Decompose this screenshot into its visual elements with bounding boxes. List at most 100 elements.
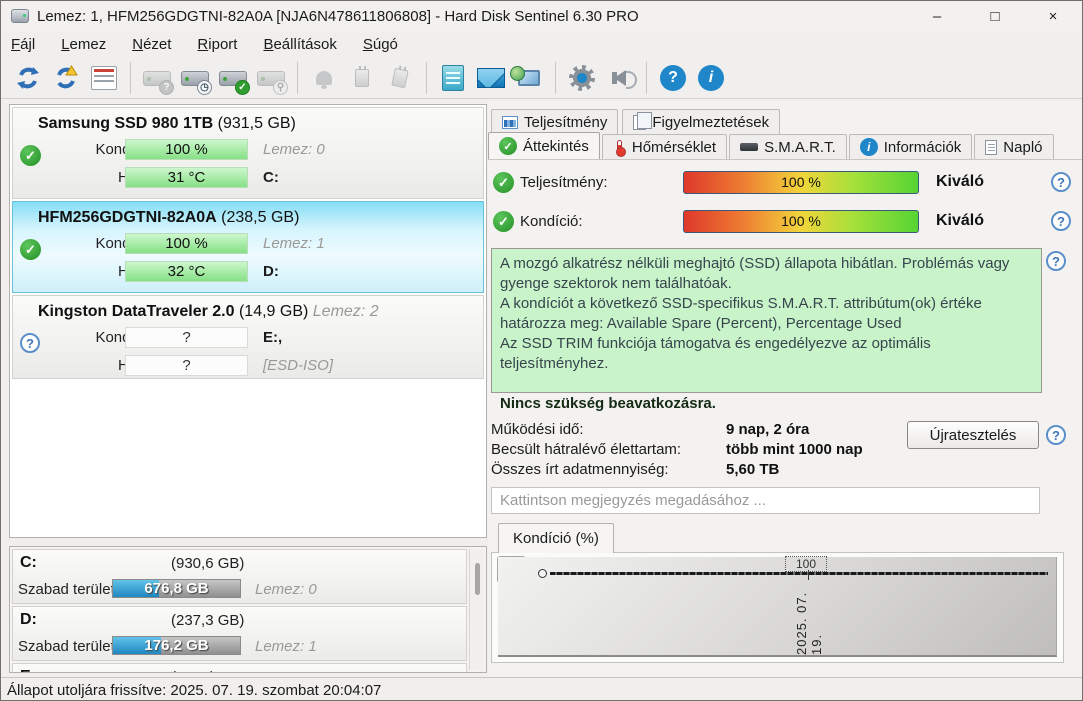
free-space-value: 176,2 GB: [144, 637, 209, 654]
disk-status-unknown-icon: ?: [20, 333, 40, 353]
disk-ok-icon[interactable]: ✓: [216, 62, 250, 95]
chart-start-marker: [538, 569, 547, 578]
help-icon[interactable]: ?: [1046, 425, 1066, 445]
maximize-button[interactable]: □: [966, 1, 1024, 31]
chart-axis-tick: [808, 570, 809, 580]
network-icon[interactable]: [510, 62, 546, 94]
disk-test-icon[interactable]: ?: [140, 62, 174, 95]
toolbar-separator: [646, 62, 647, 94]
disk-number-label: Lemez: 0: [255, 581, 317, 598]
report-document-icon[interactable]: [87, 62, 121, 94]
volume-label: [ESD-ISO]: [263, 357, 334, 374]
comment-input[interactable]: [491, 487, 1040, 514]
email-icon[interactable]: [474, 62, 508, 94]
partition-size: (930,6 GB): [171, 555, 245, 572]
disk-number-label: Lemez: 1: [255, 638, 317, 655]
chart-plot-area: 100 2025. 07. 19.: [498, 556, 1057, 657]
title-bar: Lemez: 1, HFM256GDGTNI-82A0A [NJA6N47861…: [1, 1, 1082, 31]
performance-ok-icon: ✓: [493, 172, 514, 193]
app-icon: [11, 9, 29, 23]
menu-beallitasok[interactable]: Beállítások: [263, 36, 336, 53]
partition-entry-e[interactable]: E: (2 GB): [12, 663, 467, 672]
menu-sugo[interactable]: Súgó: [363, 36, 398, 53]
help-icon[interactable]: ?: [1051, 211, 1071, 231]
tab-naplo[interactable]: Napló: [974, 134, 1054, 159]
warnings-icon: [633, 111, 653, 130]
hard-disk-sentinel-window: Lemez: 1, HFM256GDGTNI-82A0A [NJA6N47861…: [0, 0, 1083, 701]
tab-figyelmeztetesek[interactable]: Figyelmeztetések: [622, 109, 781, 134]
minimize-button[interactable]: –: [908, 1, 966, 31]
help-icon[interactable]: ?: [1051, 172, 1071, 192]
disk-entry-samsung[interactable]: Samsung SSD 980 1TB (931,5 GB) ✓ Kondíci…: [12, 107, 484, 199]
scrollbar-thumb[interactable]: [475, 563, 480, 595]
free-space-bar: 676,8 GB: [112, 579, 241, 598]
performance-row: ✓ Teljesítmény: 100 % Kiváló ?: [493, 171, 1078, 195]
menu-fajl[interactable]: Fájl: [11, 36, 35, 53]
lifetime-row: Becsült hátralévő élettartam: több mint …: [491, 441, 911, 461]
condition-bar: ?: [125, 327, 248, 348]
condition-label: Kondíció:: [520, 213, 583, 230]
condition-row: ✓ Kondíció: 100 % Kiváló ?: [493, 210, 1078, 234]
help-icon[interactable]: ?: [1046, 251, 1066, 271]
disk-entry-hfm256-selected[interactable]: HFM256GDGTNI-82A0A (238,5 GB) ✓ Kondíció…: [12, 201, 484, 293]
toolbar: ? ◷ ✓ ⚲ ? i: [1, 58, 1082, 99]
window-controls: – □ ×: [908, 1, 1082, 31]
status-line: Az SSD TRIM funkciója támogatva és enged…: [500, 335, 931, 372]
refresh-warning-icon[interactable]: [49, 62, 83, 94]
overview-check-icon: ✓: [499, 137, 517, 155]
partition-scrollbar[interactable]: [469, 549, 484, 670]
partition-size: (237,3 GB): [171, 612, 245, 629]
temperature-bar: 31 °C: [125, 167, 248, 188]
refresh-icon[interactable]: [11, 62, 45, 94]
written-value: 5,60 TB: [726, 461, 780, 478]
menu-riport[interactable]: Riport: [197, 36, 237, 53]
main-tab-row: ✓ Áttekintés Hőmérséklet S.M.A.R.T. i In…: [488, 132, 1054, 159]
toolbar-separator: [555, 62, 556, 94]
tab-homerseklet[interactable]: Hőmérséklet: [601, 134, 728, 159]
temperature-bar: 32 °C: [125, 261, 248, 282]
tab-informaciok[interactable]: i Információk: [848, 134, 973, 159]
alert-bell-icon[interactable]: [307, 62, 341, 94]
retest-button[interactable]: Újratesztelés: [907, 421, 1039, 449]
tab-smart[interactable]: S.M.A.R.T.: [729, 134, 847, 159]
disk-title: HFM256GDGTNI-82A0A (238,5 GB): [38, 209, 300, 226]
menu-lemez[interactable]: Lemez: [61, 36, 106, 53]
disk-schedule-icon[interactable]: ◷: [178, 62, 212, 95]
condition-chart-tab[interactable]: Kondíció (%): [498, 523, 614, 553]
tab-attekintes[interactable]: ✓ Áttekintés: [488, 132, 600, 159]
partition-letter: E:: [20, 668, 36, 672]
close-button[interactable]: ×: [1024, 1, 1082, 31]
usb-connect-icon[interactable]: [345, 62, 379, 94]
performance-label: Teljesítmény:: [520, 174, 608, 191]
secondary-tab-row: Teljesítmény Figyelmeztetések: [491, 109, 781, 134]
sound-icon[interactable]: [603, 62, 637, 94]
partition-entry-c[interactable]: C: (930,6 GB) Szabad terület 676,8 GB Le…: [12, 549, 467, 604]
written-label: Összes írt adatmennyiség:: [491, 461, 669, 478]
tab-teljesitmeny[interactable]: Teljesítmény: [491, 109, 619, 134]
settings-gear-icon[interactable]: [565, 62, 599, 94]
usb-eject-icon[interactable]: [383, 62, 417, 94]
menu-bar: Fájl Lemez Nézet Riport Beállítások Súgó: [1, 31, 1082, 58]
chart-value-label: 100: [785, 556, 828, 572]
help-icon[interactable]: ?: [656, 62, 690, 94]
free-space-label: Szabad terület: [18, 581, 115, 598]
disk-surface-test-icon[interactable]: ⚲: [254, 62, 288, 95]
drive-letters: C:: [263, 169, 279, 186]
info-icon[interactable]: i: [694, 62, 728, 94]
condition-rating: Kiváló: [936, 212, 985, 229]
uptime-row: Működési idő: 9 nap, 2 óra: [491, 421, 911, 441]
drive-letters: E:,: [263, 329, 283, 346]
disk-title: Kingston DataTraveler 2.0 (14,9 GB) Leme…: [38, 303, 379, 320]
toolbar-separator: [426, 62, 427, 94]
uptime-value: 9 nap, 2 óra: [726, 421, 810, 438]
chart-line-100pct: [550, 572, 1048, 575]
performance-rating: Kiváló: [936, 173, 985, 190]
status-action-line: Nincs szükség beavatkozásra.: [500, 395, 716, 412]
log-document-icon: [985, 139, 998, 155]
notes-icon[interactable]: [436, 62, 470, 94]
menu-nezet[interactable]: Nézet: [132, 36, 171, 53]
disk-entry-kingston[interactable]: Kingston DataTraveler 2.0 (14,9 GB) Leme…: [12, 295, 484, 379]
thermometer-icon: [615, 139, 626, 157]
partition-entry-d[interactable]: D: (237,3 GB) Szabad terület 176,2 GB Le…: [12, 606, 467, 661]
lifetime-value: több mint 1000 nap: [726, 441, 863, 458]
